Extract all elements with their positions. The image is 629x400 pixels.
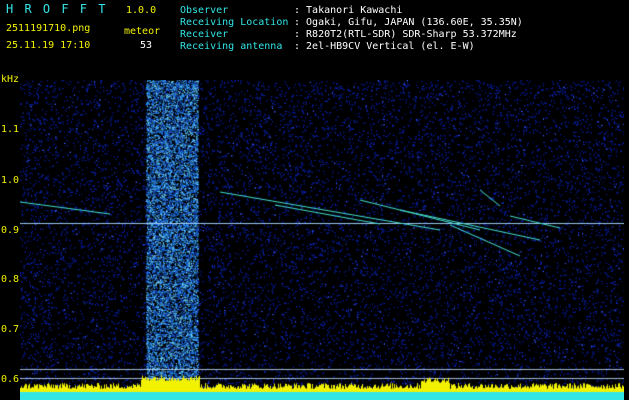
freq-tick-label: 1.0 — [1, 175, 20, 186]
freq-tick-label: 0.6 — [1, 374, 20, 385]
receiver-label: Receiver — [180, 29, 229, 40]
file-datetime: 25.11.19 17:10 — [6, 40, 91, 51]
antenna-value: : 2el-HB9CV Vertical (el. E-W) — [294, 41, 475, 52]
file-name: 2511191710.png — [6, 23, 91, 34]
freq-unit-label: kHz — [1, 74, 20, 85]
app-version: 1.0.0 — [126, 5, 157, 16]
location-label: Receiving Location — [180, 17, 289, 28]
observer-value: : Takanori Kawachi — [294, 5, 403, 16]
observer-label: Observer — [180, 5, 229, 16]
freq-tick-label: 0.7 — [1, 324, 20, 335]
location-value: : Ogaki, Gifu, JAPAN (136.60E, 35.35N) — [294, 17, 523, 28]
freq-tick-label: 0.8 — [1, 274, 20, 285]
receiver-value: : R820T2(RTL-SDR) SDR-Sharp 53.372MHz — [294, 29, 517, 40]
spectrogram-canvas — [20, 80, 624, 400]
app-title: H R O F F T — [6, 2, 108, 16]
antenna-label: Receiving antenna — [180, 41, 283, 52]
freq-tick-label: 0.9 — [1, 225, 20, 236]
detection-count: 53 — [140, 40, 153, 51]
freq-tick-label: 1.1 — [1, 124, 20, 135]
detection-type: meteor — [124, 26, 161, 37]
